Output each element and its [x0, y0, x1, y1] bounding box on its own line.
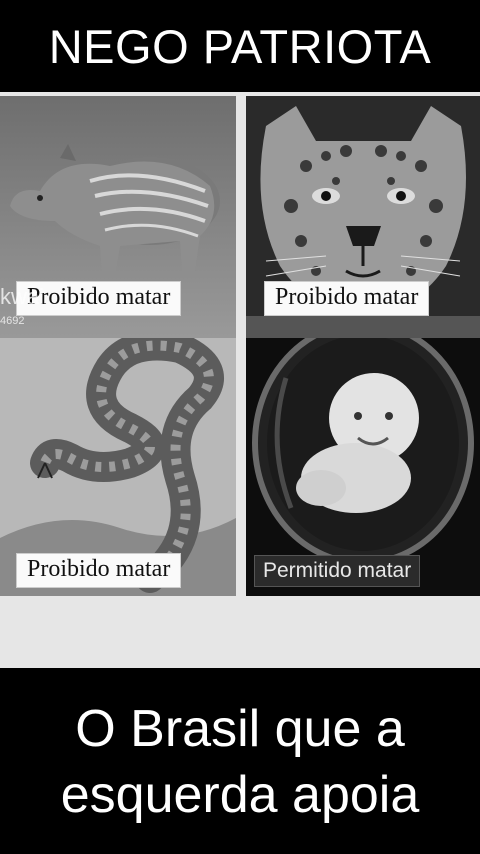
banner-title: NEGO PATRIOTA	[48, 19, 432, 73]
label-baby: Permitido matar	[254, 555, 421, 587]
caption-line-1: O Brasil que a	[75, 700, 405, 758]
bottom-caption: O Brasil que a esquerda apoia	[0, 668, 480, 854]
watermark-logo: kwai	[0, 284, 45, 309]
top-banner: NEGO PATRIOTA	[0, 0, 480, 92]
label-snake: Proibido matar	[16, 553, 182, 588]
label-jaguar: Proibido matar	[264, 281, 430, 316]
caption-line-2: esquerda apoia	[60, 766, 420, 824]
meme-grid: Proibido matar Proibido matar Proibido m…	[0, 92, 480, 668]
watermark-id: 4692	[0, 315, 25, 327]
